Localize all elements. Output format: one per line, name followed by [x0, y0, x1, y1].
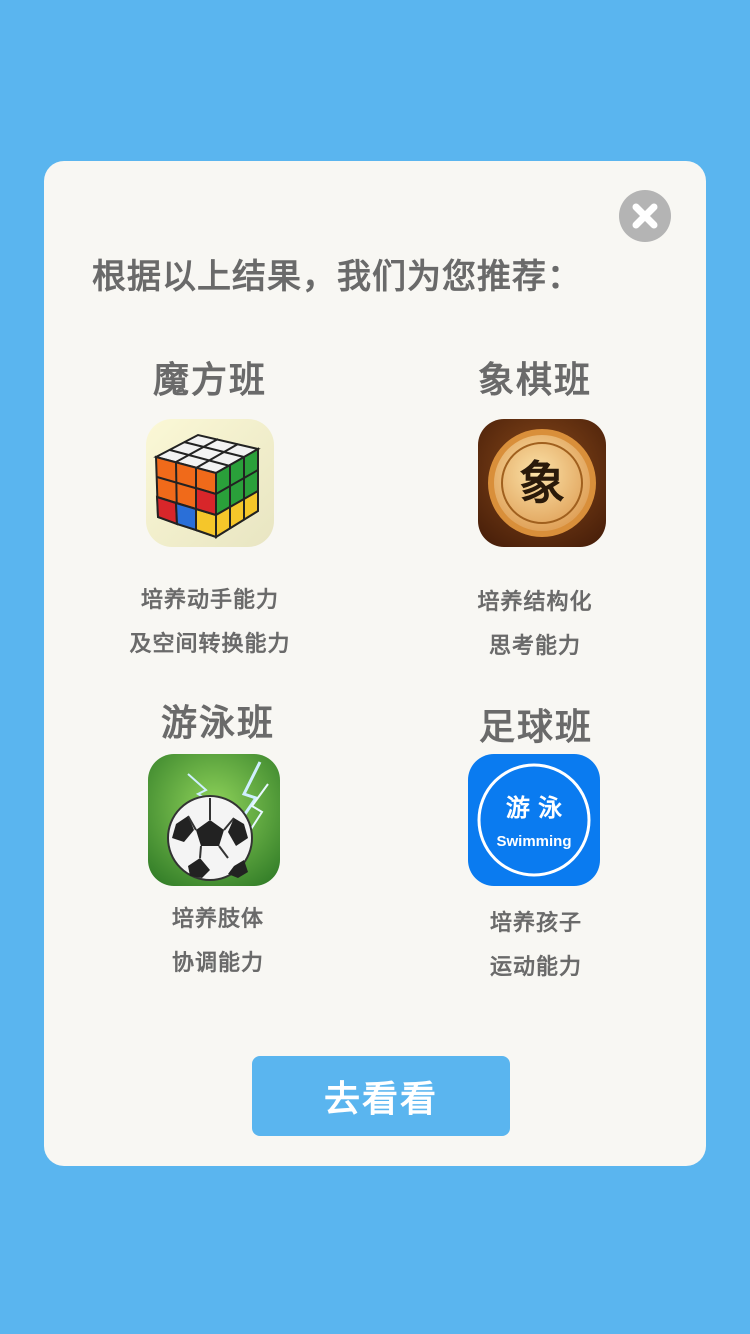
rubiks-cube-icon [146, 419, 274, 547]
course-description: 培养结构化 思考能力 [405, 581, 665, 669]
course-desc-line2: 思考能力 [488, 634, 581, 659]
course-desc-line1: 培养动手能力 [140, 588, 279, 613]
recommendation-heading: 根据以上结果，我们为您推荐： [92, 257, 582, 297]
swimming-icon: 游 泳 Swimming [468, 754, 600, 886]
go-see-button[interactable]: 去看看 [252, 1056, 510, 1136]
chinese-chess-icon: 象 [478, 419, 606, 547]
course-description: 培养孩子 运动能力 [406, 902, 666, 990]
course-description: 培养动手能力 及空间转换能力 [80, 579, 340, 667]
recommendation-dialog: 根据以上结果，我们为您推荐： 魔方班 培养动手能力 及空间转换能力 象棋班 象 … [44, 161, 706, 1166]
chess-piece-char: 象 [519, 456, 565, 510]
course-name: 魔方班 [152, 360, 267, 401]
course-name: 象棋班 [477, 360, 592, 401]
swimming-icon-en: Swimming [496, 833, 571, 850]
course-desc-line1: 培养孩子 [489, 911, 582, 936]
course-description: 培养肢体 协调能力 [88, 898, 348, 986]
swimming-icon-cn: 游 泳 [506, 793, 563, 822]
course-card-swimming[interactable]: 游泳班 培养肢体 协调能力 [88, 694, 348, 994]
course-card-rubiks[interactable]: 魔方班 培养动手能力 及空间转换能力 [80, 351, 340, 681]
close-icon [632, 203, 658, 229]
course-card-chess[interactable]: 象棋班 象 培养结构化 思考能力 [405, 351, 665, 681]
soccer-ball-icon [148, 754, 280, 886]
course-desc-line2: 及空间转换能力 [129, 632, 291, 657]
course-name: 足球班 [478, 707, 593, 748]
close-button[interactable] [619, 190, 671, 242]
course-desc-line1: 培养结构化 [477, 590, 593, 615]
course-name: 游泳班 [160, 703, 275, 744]
course-desc-line2: 协调能力 [171, 951, 264, 976]
course-desc-line1: 培养肢体 [171, 907, 264, 932]
course-card-soccer[interactable]: 足球班 游 泳 Swimming 培养孩子 运动能力 [406, 698, 666, 998]
course-desc-line2: 运动能力 [489, 955, 582, 980]
